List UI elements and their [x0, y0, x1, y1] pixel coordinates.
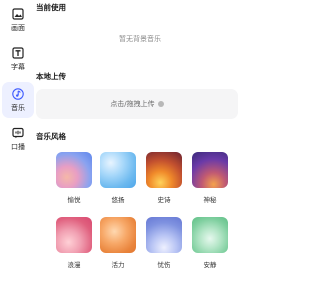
sidebar-item-label: 口播	[11, 143, 25, 151]
style-label: 安静	[203, 261, 217, 269]
style-label: 浪漫	[67, 261, 81, 269]
style-label: 愉悦	[67, 196, 81, 204]
voice-bubble-icon	[12, 127, 24, 139]
sidebar: 画面 字幕 音乐 口播	[0, 0, 36, 301]
style-tile-melodious[interactable]	[100, 152, 136, 188]
style-tile-joyful[interactable]	[56, 152, 92, 188]
upload-label: 点击/拖拽上传	[110, 100, 155, 108]
style-label: 忧伤	[157, 261, 171, 269]
style-tile-energetic[interactable]	[100, 217, 136, 253]
image-icon	[12, 8, 24, 20]
style-tile-epic[interactable]	[146, 152, 182, 188]
style-label: 悠扬	[111, 196, 125, 204]
style-tile-romantic[interactable]	[56, 217, 92, 253]
main-content: 当前使用 暂无背景音乐 本地上传 点击/拖拽上传 音乐风格 愉悦 悠扬 史诗 神…	[36, 0, 244, 301]
sidebar-item-label: 字幕	[11, 63, 25, 71]
local-upload-title: 本地上传	[36, 72, 66, 81]
music-panel: 画面 字幕 音乐 口播 当前使用 暂无背景音乐 本地上传 点击/拖拽上传 音乐风…	[0, 0, 244, 301]
style-tile-sad[interactable]	[146, 217, 182, 253]
sidebar-item-label: 音乐	[11, 104, 25, 112]
style-label: 神秘	[203, 196, 217, 204]
upload-dropzone[interactable]: 点击/拖拽上传	[36, 89, 238, 119]
empty-music-text: 暂无背景音乐	[119, 35, 161, 43]
music-style-title: 音乐风格	[36, 132, 66, 141]
current-music-title: 当前使用	[36, 3, 66, 12]
music-note-icon	[12, 88, 24, 100]
sidebar-item-subtitle[interactable]: 字幕	[0, 43, 36, 79]
sidebar-item-voiceover[interactable]: 口播	[0, 123, 36, 159]
sidebar-item-music[interactable]: 音乐	[0, 84, 36, 120]
style-label: 活力	[111, 261, 125, 269]
sidebar-item-image[interactable]: 画面	[0, 4, 36, 40]
style-label: 史诗	[157, 196, 171, 204]
sidebar-item-label: 画面	[11, 24, 25, 32]
text-t-icon	[12, 47, 24, 59]
style-tile-quiet[interactable]	[192, 217, 228, 253]
style-tile-mysterious[interactable]	[192, 152, 228, 188]
help-icon[interactable]	[157, 101, 164, 107]
